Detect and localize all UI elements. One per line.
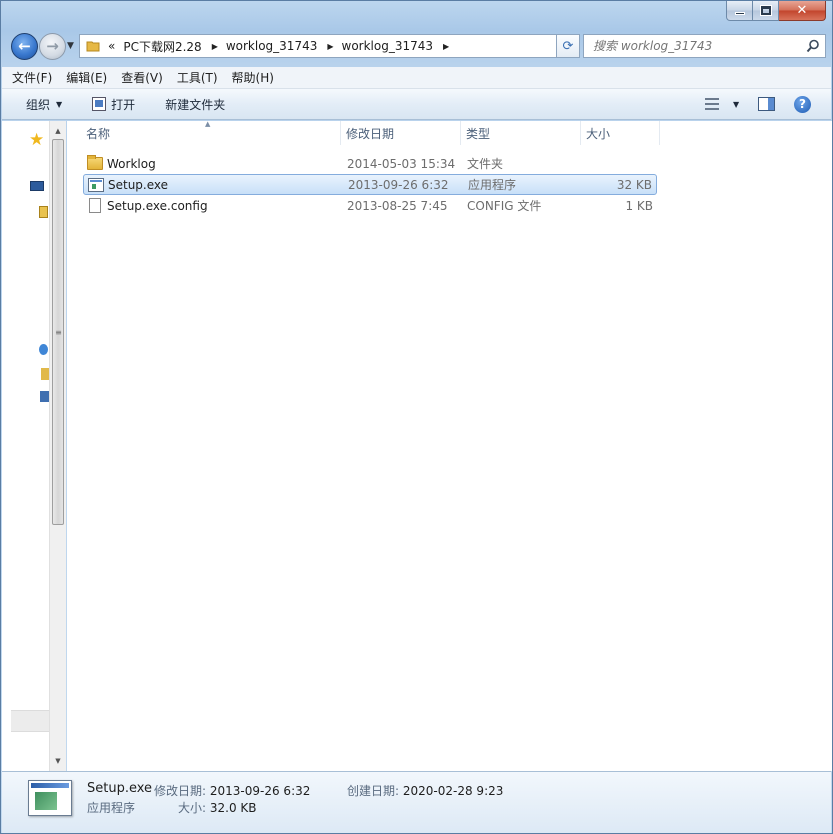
scroll-up-icon[interactable]: ▲ — [50, 123, 66, 139]
breadcrumb-item[interactable]: PC下载网2.28 ▶ — [123, 38, 218, 55]
help-button[interactable]: ? — [794, 89, 811, 120]
minimize-button[interactable] — [726, 1, 753, 21]
search-box[interactable] — [583, 34, 826, 58]
new-folder-label: 新建文件夹 — [165, 97, 226, 112]
libraries-icon[interactable] — [39, 206, 48, 218]
close-button[interactable]: ✕ — [779, 1, 826, 21]
chevron-down-icon: ▼ — [56, 99, 63, 109]
folder-icon — [86, 41, 100, 52]
arrow-right-icon: → — [46, 37, 59, 55]
column-header-name[interactable]: 名称 ▲ — [81, 120, 341, 145]
nav-pane-hscroll[interactable] — [11, 710, 50, 732]
network-icon[interactable] — [40, 391, 49, 402]
caption-buttons: ✕ — [726, 1, 826, 21]
details-filetype: 应用程序 — [87, 801, 136, 815]
nav-pane-scrollbar[interactable]: ▲ ≡ ▼ — [49, 121, 66, 771]
arrow-left-icon: ← — [18, 37, 31, 55]
menu-help[interactable]: 帮助(H) — [232, 69, 274, 86]
file-name: Worklog — [107, 156, 156, 171]
grip-icon: ≡ — [55, 327, 62, 337]
file-row-setup-exe[interactable]: Setup.exe 2013-09-26 6:32 应用程序 32 KB — [83, 174, 657, 195]
details-modified: 修改日期: 2013-09-26 6:32 — [154, 784, 311, 798]
details-size: 大小: 32.0 KB — [178, 801, 257, 815]
menu-view[interactable]: 查看(V) — [121, 69, 163, 86]
file-date: 2014-05-03 15:34 — [347, 156, 456, 171]
breadcrumb-separator-icon[interactable]: ▶ — [443, 42, 449, 51]
preview-pane-icon — [758, 97, 775, 111]
homegroup-icon[interactable] — [39, 344, 48, 355]
file-size: 1 KB — [625, 198, 653, 213]
file-rows: Worklog 2014-05-03 15:34 文件夹 Setup.exe 2… — [83, 153, 657, 216]
breadcrumb-separator-icon[interactable]: ▶ — [212, 42, 218, 51]
scroll-thumb[interactable]: ≡ — [52, 139, 64, 525]
menu-bar: 文件(F) 编辑(E) 查看(V) 工具(T) 帮助(H) — [2, 67, 831, 89]
scroll-down-icon[interactable]: ▼ — [50, 753, 66, 769]
column-header-type[interactable]: 类型 — [461, 121, 581, 145]
view-options-icon — [705, 98, 719, 110]
explorer-window: ✕ ← → ▼ « PC下载网2.28 ▶ worklog_31743 ▶ work… — [0, 0, 833, 834]
file-row-setup-config[interactable]: Setup.exe.config 2013-08-25 7:45 CONFIG … — [83, 195, 657, 216]
refresh-icon: ⟳ — [562, 38, 574, 54]
column-header-size[interactable]: 大小 — [581, 121, 660, 145]
open-label: 打开 — [111, 97, 136, 112]
forward-button[interactable]: → — [39, 33, 66, 60]
search-input[interactable] — [593, 39, 793, 53]
search-icon[interactable] — [806, 39, 820, 53]
open-button[interactable]: 打开 — [92, 89, 135, 120]
organize-button[interactable]: 组织 ▼ — [26, 89, 62, 120]
change-view-button[interactable]: ▼ — [705, 89, 739, 120]
help-icon: ? — [794, 95, 811, 113]
exe-large-icon — [28, 780, 72, 816]
file-date: 2013-09-26 6:32 — [348, 177, 449, 192]
menu-edit[interactable]: 编辑(E) — [66, 69, 107, 86]
command-bar: 组织 ▼ 打开 新建文件夹 ▼ ? — [2, 89, 831, 120]
details-created: 创建日期: 2020-02-28 9:23 — [347, 784, 504, 798]
refresh-button[interactable]: ⟳ — [556, 34, 580, 58]
close-icon: ✕ — [796, 3, 808, 18]
organize-label: 组织 — [26, 97, 51, 112]
file-name: Setup.exe — [108, 177, 169, 192]
document-icon — [89, 198, 101, 213]
desktop-icon[interactable] — [30, 181, 44, 191]
recent-pages-dropdown[interactable]: ▼ — [67, 41, 74, 51]
maximize-icon — [759, 5, 772, 16]
favorites-star-icon[interactable]: ★ — [29, 132, 44, 149]
file-size: 32 KB — [616, 177, 652, 192]
back-button[interactable]: ← — [11, 33, 38, 60]
preview-pane-button[interactable] — [758, 89, 775, 120]
details-pane: Setup.exe 应用程序 修改日期: 2013-09-26 6:32 大小:… — [2, 771, 831, 833]
breadcrumb-item[interactable]: worklog_31743 ▶ — [342, 39, 450, 53]
file-type: 应用程序 — [468, 178, 517, 192]
exe-icon — [88, 177, 104, 192]
address-overflow-chevron[interactable]: « — [108, 39, 115, 53]
folder-icon — [87, 155, 103, 170]
breadcrumb-item[interactable]: worklog_31743 ▶ — [226, 39, 334, 53]
breadcrumb-separator-icon[interactable]: ▶ — [327, 42, 333, 51]
file-name: Setup.exe.config — [107, 198, 208, 213]
new-folder-button[interactable]: 新建文件夹 — [165, 89, 225, 120]
minimize-icon — [734, 12, 745, 15]
computer-icon[interactable] — [41, 368, 49, 380]
column-header-date[interactable]: 修改日期 — [341, 121, 461, 145]
file-row-worklog[interactable]: Worklog 2014-05-03 15:34 文件夹 — [83, 153, 657, 174]
file-list-pane: 名称 ▲ 修改日期 类型 大小 Worklog 2014-05-03 15:34… — [67, 120, 832, 771]
menu-file[interactable]: 文件(F) — [12, 69, 52, 86]
maximize-button[interactable] — [753, 1, 779, 21]
file-type: 文件夹 — [467, 157, 504, 171]
sort-ascending-icon: ▲ — [205, 120, 211, 128]
details-filename: Setup.exe — [87, 781, 153, 796]
column-headers: 名称 ▲ 修改日期 类型 大小 — [81, 120, 660, 145]
file-type: CONFIG 文件 — [467, 199, 542, 213]
open-app-icon — [92, 97, 107, 111]
navigation-bar: ← → ▼ « PC下载网2.28 ▶ worklog_31743 ▶ worklo… — [9, 33, 826, 61]
file-date: 2013-08-25 7:45 — [347, 198, 448, 213]
menu-tools[interactable]: 工具(T) — [177, 69, 218, 86]
chevron-down-icon[interactable]: ▼ — [733, 100, 739, 109]
address-bar[interactable]: « PC下载网2.28 ▶ worklog_31743 ▶ worklog_3174… — [79, 34, 575, 58]
